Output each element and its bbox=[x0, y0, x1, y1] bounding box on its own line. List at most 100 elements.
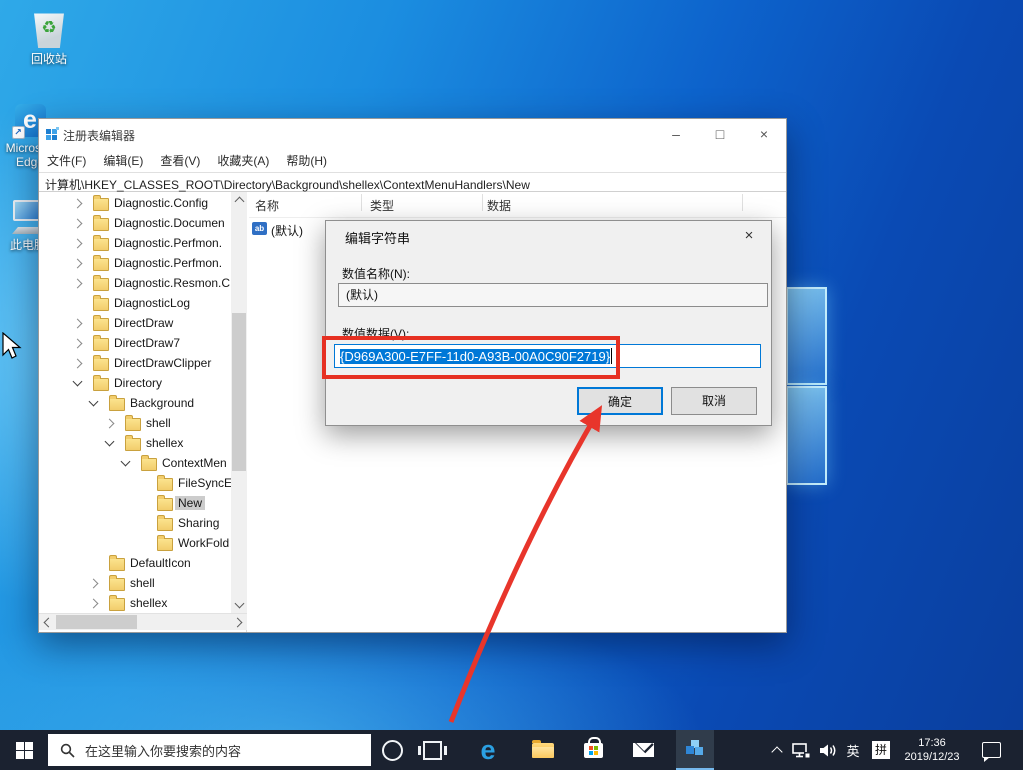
tree-item-label[interactable]: DirectDraw bbox=[111, 316, 176, 330]
volume-status[interactable] bbox=[815, 730, 841, 770]
chevron-collapsed-icon[interactable] bbox=[89, 579, 99, 589]
tree-item-label[interactable]: shell bbox=[143, 416, 174, 430]
vertical-scroll-thumb[interactable] bbox=[232, 313, 246, 471]
dialog-close-icon[interactable]: × bbox=[737, 226, 761, 246]
tree-item-label[interactable]: Diagnostic.Resmon.C bbox=[111, 276, 233, 290]
tree-item-label[interactable]: DiagnosticLog bbox=[111, 296, 193, 310]
window-titlebar[interactable]: 注册表编辑器 – □ × bbox=[39, 119, 786, 149]
store-button[interactable] bbox=[575, 730, 611, 770]
tree-item-label[interactable]: Diagnostic.Documen bbox=[111, 216, 228, 230]
chevron-expanded-icon[interactable] bbox=[121, 457, 131, 467]
tree-item-label[interactable]: DirectDrawClipper bbox=[111, 356, 214, 370]
chevron-expanded-icon[interactable] bbox=[89, 397, 99, 407]
chevron-collapsed-icon[interactable] bbox=[73, 279, 83, 289]
horizontal-scroll-thumb[interactable] bbox=[56, 615, 137, 629]
taskbar-search-input[interactable]: 在这里输入你要搜索的内容 bbox=[48, 734, 371, 766]
regedit-taskbar-button-active[interactable] bbox=[676, 730, 714, 770]
tree-item-label[interactable]: Diagnostic.Perfmon. bbox=[111, 256, 225, 270]
address-bar[interactable]: 计算机\HKEY_CLASSES_ROOT\Directory\Backgrou… bbox=[39, 172, 786, 192]
tree-item-label[interactable]: Diagnostic.Config bbox=[111, 196, 211, 210]
recycle-bin-icon[interactable]: ♻ 回收站 bbox=[19, 12, 79, 66]
chevron-expanded-icon[interactable] bbox=[105, 437, 115, 447]
chevron-collapsed-icon[interactable] bbox=[73, 219, 83, 229]
menu-favorites[interactable]: 收藏夹(A) bbox=[217, 152, 269, 169]
tree-horizontal-scrollbar[interactable] bbox=[39, 613, 247, 630]
tree-item-label[interactable]: FileSyncE bbox=[175, 476, 235, 490]
maximize-button[interactable]: □ bbox=[698, 119, 742, 149]
chevron-collapsed-icon[interactable] bbox=[73, 239, 83, 249]
tree-item-shell[interactable]: shell bbox=[39, 573, 231, 593]
scroll-down-arrow[interactable] bbox=[235, 599, 245, 609]
tray-expand-button[interactable] bbox=[766, 730, 788, 770]
chevron-expanded-icon[interactable] bbox=[73, 377, 83, 387]
tree-item-directory[interactable]: Directory bbox=[39, 373, 231, 393]
column-data[interactable]: 数据 bbox=[487, 197, 511, 214]
tree-item-label[interactable]: Diagnostic.Perfmon. bbox=[111, 236, 225, 250]
task-view-button[interactable] bbox=[414, 730, 450, 770]
ime-indicator[interactable]: 拼 bbox=[868, 730, 894, 770]
scroll-right-arrow[interactable] bbox=[233, 618, 243, 628]
tree-item-directdrawclipper[interactable]: DirectDrawClipper bbox=[39, 353, 231, 373]
tree-item-label[interactable]: DirectDraw7 bbox=[111, 336, 183, 350]
value-name-field[interactable]: (默认) bbox=[338, 283, 768, 307]
file-explorer-button[interactable] bbox=[525, 730, 561, 770]
scroll-up-arrow[interactable] bbox=[235, 197, 245, 207]
start-button[interactable] bbox=[0, 730, 48, 770]
tree-item-defaulticon[interactable]: DefaultIcon bbox=[39, 553, 231, 573]
tree-item-contextmen[interactable]: ContextMen bbox=[39, 453, 231, 473]
tree-item-diagnosticlog[interactable]: DiagnosticLog bbox=[39, 293, 231, 313]
tree-item-label[interactable]: Directory bbox=[111, 376, 165, 390]
annotation-red-rectangle bbox=[322, 336, 620, 379]
tree-item-label[interactable]: Sharing bbox=[175, 516, 222, 530]
tree-item-label[interactable]: DefaultIcon bbox=[127, 556, 194, 570]
tree-item-diagnostic-documen[interactable]: Diagnostic.Documen bbox=[39, 213, 231, 233]
cancel-button[interactable]: 取消 bbox=[671, 387, 757, 415]
language-indicator[interactable]: 英 bbox=[841, 730, 865, 770]
tree-item-new[interactable]: New bbox=[39, 493, 231, 513]
chevron-collapsed-icon[interactable] bbox=[105, 419, 115, 429]
menu-view[interactable]: 查看(V) bbox=[160, 152, 200, 169]
column-name[interactable]: 名称 bbox=[255, 197, 279, 214]
tree-vertical-scrollbar[interactable] bbox=[231, 192, 247, 613]
chevron-collapsed-icon[interactable] bbox=[73, 319, 83, 329]
minimize-button[interactable]: – bbox=[654, 119, 698, 149]
menu-file[interactable]: 文件(F) bbox=[47, 152, 86, 169]
tree-item-filesynce[interactable]: FileSyncE bbox=[39, 473, 231, 493]
tree-item-diagnostic-config[interactable]: Diagnostic.Config bbox=[39, 193, 231, 213]
close-button[interactable]: × bbox=[742, 119, 786, 149]
chevron-collapsed-icon[interactable] bbox=[73, 339, 83, 349]
chevron-collapsed-icon[interactable] bbox=[73, 199, 83, 209]
tree-item-directdraw[interactable]: DirectDraw bbox=[39, 313, 231, 333]
tree-item-shellex[interactable]: shellex bbox=[39, 433, 231, 453]
tree-item-workfold[interactable]: WorkFold bbox=[39, 533, 231, 553]
tree-item-background[interactable]: Background bbox=[39, 393, 231, 413]
edge-taskbar-button[interactable]: e bbox=[470, 730, 506, 770]
tree-item-label[interactable]: WorkFold bbox=[175, 536, 232, 550]
chevron-collapsed-icon[interactable] bbox=[73, 359, 83, 369]
chevron-collapsed-icon[interactable] bbox=[89, 599, 99, 609]
tree-item-label[interactable]: New bbox=[175, 496, 205, 510]
mail-button[interactable] bbox=[625, 730, 661, 770]
clock[interactable]: 17:36 2019/12/23 bbox=[896, 730, 968, 770]
tree-item-label[interactable]: shell bbox=[127, 576, 158, 590]
tree-item-diagnostic-perfmon-[interactable]: Diagnostic.Perfmon. bbox=[39, 233, 231, 253]
tree-item-diagnostic-perfmon-[interactable]: Diagnostic.Perfmon. bbox=[39, 253, 231, 273]
scroll-left-arrow[interactable] bbox=[44, 618, 54, 628]
tree-item-sharing[interactable]: Sharing bbox=[39, 513, 231, 533]
tree-item-shellex[interactable]: shellex bbox=[39, 593, 231, 613]
tree-item-shell[interactable]: shell bbox=[39, 413, 231, 433]
tree-item-directdraw7[interactable]: DirectDraw7 bbox=[39, 333, 231, 353]
tree-item-label[interactable]: ContextMen bbox=[159, 456, 230, 470]
chevron-collapsed-icon[interactable] bbox=[73, 259, 83, 269]
column-type[interactable]: 类型 bbox=[370, 197, 394, 214]
action-center-button[interactable] bbox=[974, 730, 1008, 770]
tree-item-label[interactable]: shellex bbox=[143, 436, 186, 450]
menu-edit[interactable]: 编辑(E) bbox=[103, 152, 143, 169]
tree-item-label[interactable]: shellex bbox=[127, 596, 170, 610]
menu-help[interactable]: 帮助(H) bbox=[286, 152, 327, 169]
tree-item-label[interactable]: Background bbox=[127, 396, 197, 410]
ok-button[interactable]: 确定 bbox=[577, 387, 663, 415]
tree-item-diagnostic-resmon-c[interactable]: Diagnostic.Resmon.C bbox=[39, 273, 231, 293]
network-status[interactable] bbox=[789, 730, 813, 770]
cortana-button[interactable] bbox=[374, 730, 410, 770]
